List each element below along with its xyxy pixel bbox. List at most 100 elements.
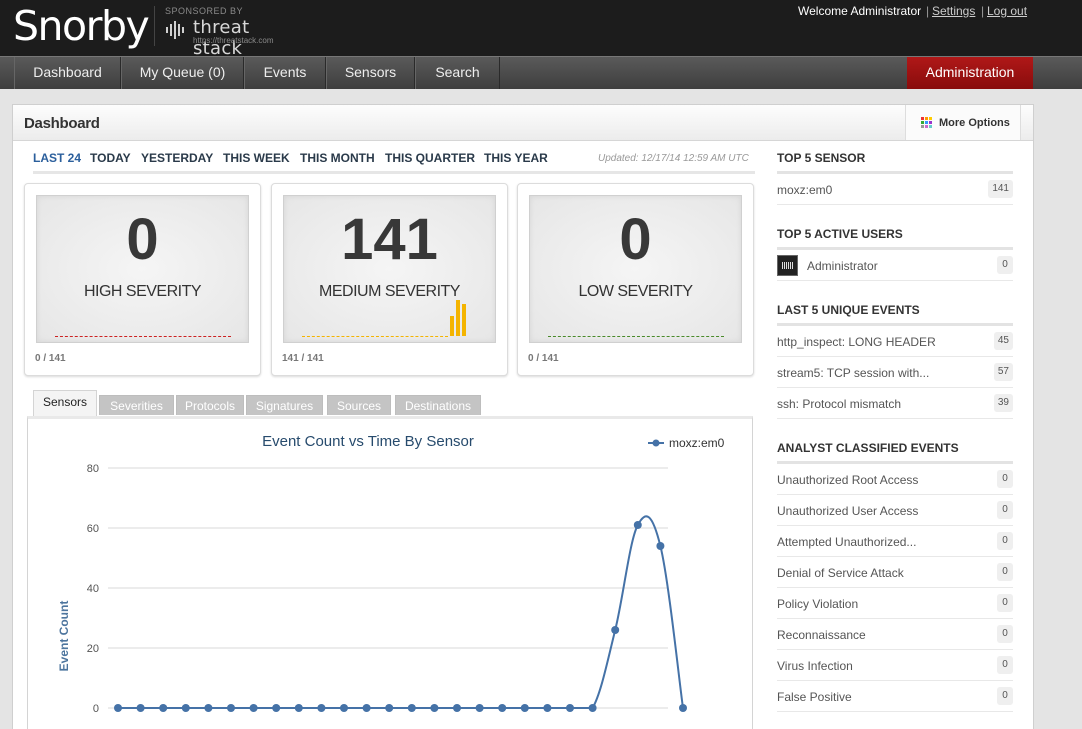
data-point[interactable] <box>227 704 235 712</box>
count-badge: 0 <box>997 687 1013 705</box>
tab-this-month[interactable]: THIS MONTH <box>300 151 375 165</box>
list-item[interactable]: Denial of Service Attack 0 <box>777 557 1013 588</box>
data-point[interactable] <box>340 704 348 712</box>
data-point[interactable] <box>114 704 122 712</box>
more-options-label: More Options <box>939 117 1010 129</box>
high-severity-sparkline <box>55 336 231 337</box>
updated-timestamp: Updated: 12/17/14 12:59 AM UTC <box>598 153 749 164</box>
list-item[interactable]: stream5: TCP session with... 57 <box>777 357 1013 388</box>
y-tick-label: 40 <box>87 583 99 595</box>
data-point[interactable] <box>407 704 416 712</box>
nav-events[interactable]: Events <box>244 57 326 89</box>
nav-my-queue[interactable]: My Queue (0) <box>121 57 244 89</box>
data-point[interactable] <box>633 521 642 529</box>
low-severity-card[interactable]: 0 LOW SEVERITY 0 / 141 <box>517 183 754 376</box>
list-item[interactable]: False Positive 0 <box>777 681 1013 712</box>
classification-name: False Positive <box>777 690 852 704</box>
list-item[interactable]: Attempted Unauthorized... 0 <box>777 526 1013 557</box>
logout-link[interactable]: Log out <box>987 4 1027 18</box>
medium-severity-count: 141 <box>341 207 438 272</box>
data-point[interactable] <box>159 704 168 712</box>
tab-this-week[interactable]: THIS WEEK <box>223 151 290 165</box>
data-point[interactable] <box>588 704 597 712</box>
tab-severities[interactable]: Severities <box>99 395 174 415</box>
classification-name: Policy Violation <box>777 597 859 611</box>
tab-this-quarter[interactable]: THIS QUARTER <box>385 151 475 165</box>
nav-dashboard[interactable]: Dashboard <box>14 57 121 89</box>
welcome-text: Welcome Administrator <box>798 4 922 18</box>
data-point[interactable] <box>385 704 394 712</box>
list-item[interactable]: ssh: Protocol mismatch 39 <box>777 388 1013 419</box>
tab-signatures[interactable]: Signatures <box>246 395 323 415</box>
data-point[interactable] <box>520 704 529 712</box>
tab-sensors[interactable]: Sensors <box>33 390 97 416</box>
tab-yesterday[interactable]: YESTERDAY <box>141 151 213 165</box>
chart-svg: Event Count vs Time By Sensor moxz:em0 E… <box>57 433 725 715</box>
list-item[interactable]: Unauthorized User Access 0 <box>777 495 1013 526</box>
medium-sparkline-bar <box>456 300 460 336</box>
list-item[interactable]: Reconnaissance 0 <box>777 619 1013 650</box>
data-point[interactable] <box>453 704 461 712</box>
list-item[interactable]: Policy Violation 0 <box>777 588 1013 619</box>
legend-marker <box>652 439 660 447</box>
data-point[interactable] <box>181 704 190 712</box>
data-point[interactable] <box>430 704 439 712</box>
list-item[interactable]: Administrator 0 <box>777 250 1013 281</box>
tab-last-24[interactable]: LAST 24 <box>33 151 81 165</box>
tab-this-year[interactable]: THIS YEAR <box>484 151 548 165</box>
nav-search[interactable]: Search <box>415 57 500 89</box>
event-name: stream5: TCP session with... <box>777 366 930 380</box>
data-point[interactable] <box>272 704 281 712</box>
list-item[interactable]: http_inspect: LONG HEADER 45 <box>777 326 1013 357</box>
count-badge: 141 <box>988 180 1013 198</box>
data-point[interactable] <box>362 704 371 712</box>
data-point[interactable] <box>136 704 145 712</box>
top-sensor-title: TOP 5 SENSOR <box>777 151 1013 174</box>
data-point[interactable] <box>679 704 687 712</box>
tab-destinations[interactable]: Destinations <box>395 395 481 415</box>
time-range-tabs: LAST 24 TODAY YESTERDAY THIS WEEK THIS M… <box>33 150 755 174</box>
data-point[interactable] <box>611 626 620 634</box>
list-item[interactable]: moxz:em0 141 <box>777 174 1013 205</box>
list-item[interactable]: Unauthorized Root Access 0 <box>777 464 1013 495</box>
top-users-title: TOP 5 ACTIVE USERS <box>777 227 1013 250</box>
data-point[interactable] <box>656 542 665 550</box>
medium-severity-card[interactable]: 141 MEDIUM SEVERITY 141 / 141 <box>271 183 508 376</box>
tab-today[interactable]: TODAY <box>90 151 131 165</box>
data-point[interactable] <box>498 704 507 712</box>
data-point[interactable] <box>543 704 552 712</box>
count-badge: 57 <box>993 363 1013 381</box>
tab-sources[interactable]: Sources <box>327 395 391 415</box>
low-severity-label: LOW SEVERITY <box>578 283 693 300</box>
series-line <box>118 515 684 709</box>
high-severity-count: 0 <box>126 207 159 272</box>
avatar <box>777 255 798 276</box>
count-badge: 0 <box>997 532 1013 550</box>
classification-name: Attempted Unauthorized... <box>777 535 917 549</box>
count-badge: 0 <box>997 256 1013 274</box>
nav-sensors[interactable]: Sensors <box>326 57 415 89</box>
tab-protocols[interactable]: Protocols <box>176 395 244 415</box>
legend-label: moxz:em0 <box>669 436 725 450</box>
data-point[interactable] <box>249 704 258 712</box>
medium-sparkline-bar <box>450 316 454 336</box>
nav-administration[interactable]: Administration <box>907 57 1033 89</box>
data-point[interactable] <box>475 704 484 712</box>
settings-link[interactable]: Settings <box>932 4 975 18</box>
low-severity-sparkline <box>548 336 724 337</box>
data-point[interactable] <box>317 704 326 712</box>
app-header: Snorby SPONSORED BY threat stack https:/… <box>0 0 1082 59</box>
data-point[interactable] <box>294 704 303 712</box>
data-point[interactable] <box>566 704 574 712</box>
snorby-logo[interactable]: Snorby <box>13 2 150 50</box>
data-point[interactable] <box>204 704 213 712</box>
low-severity-count: 0 <box>619 207 652 272</box>
chart-legend[interactable]: moxz:em0 <box>648 436 725 450</box>
sensor-name: moxz:em0 <box>777 183 833 197</box>
high-severity-card[interactable]: 0 HIGH SEVERITY 0 / 141 <box>24 183 261 376</box>
low-severity-ratio: 0 / 141 <box>528 353 559 364</box>
count-badge: 39 <box>993 394 1013 412</box>
more-options-button[interactable]: More Options <box>905 105 1021 140</box>
list-item[interactable]: Virus Infection 0 <box>777 650 1013 681</box>
threat-stack-logo[interactable]: threat stack https://threatstack.com <box>165 17 300 59</box>
